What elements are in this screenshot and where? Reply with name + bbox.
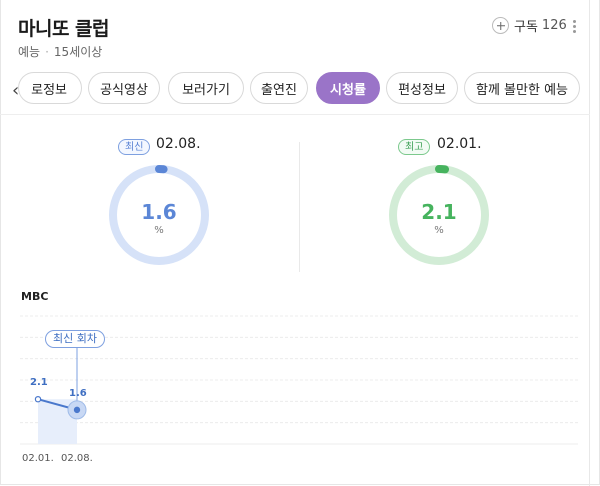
tab-4[interactable]: 출연진 (250, 72, 308, 104)
stats-divider (299, 142, 300, 272)
latest-rating-value: 1.6 (141, 200, 177, 224)
highest-date: 02.01. (437, 136, 482, 152)
tab-bar: 로정보 공식영상 보러가기 출연진 시청률 편성정보 함께 볼만한 예능 ‹ (0, 66, 590, 114)
latest-date: 02.08. (156, 136, 201, 152)
tab-list: 로정보 공식영상 보러가기 출연진 시청률 편성정보 함께 볼만한 예능 (0, 72, 590, 108)
program-meta: 예능 · 15세이상 (18, 43, 102, 60)
highest-rating-value: 2.1 (421, 200, 457, 224)
subscribe-label: 구독 (514, 20, 538, 35)
tab-3[interactable]: 보러가기 (168, 72, 244, 104)
latest-rating-unit: % (154, 225, 164, 236)
ratings-line-chart (20, 315, 578, 445)
tab-divider (0, 114, 590, 115)
more-vertical-icon[interactable] (573, 20, 576, 35)
meta-separator: · (45, 45, 49, 59)
tab-5[interactable]: 시청률 (316, 72, 380, 104)
tab-6[interactable]: 편성정보 (386, 72, 458, 104)
latest-badge: 최신 (118, 139, 151, 155)
x-tick-label: 02.08. (61, 453, 93, 464)
x-tick-label: 02.01. (22, 453, 54, 464)
tab-2[interactable]: 공식영상 (88, 72, 160, 104)
tab-1[interactable]: 로정보 (18, 72, 82, 104)
genre-label: 예능 (18, 45, 41, 59)
highest-rating-unit: % (434, 225, 444, 236)
plus-circle-icon (492, 17, 509, 34)
rating-label: 15세이상 (53, 45, 103, 59)
subscribe-button[interactable]: 구독 126 (492, 16, 567, 35)
highest-badge: 최고 (398, 139, 431, 155)
data-point (34, 395, 42, 403)
latest-episode-tag: 최신 회차 (45, 330, 105, 348)
tab-7[interactable]: 함께 볼만한 예능 (464, 72, 580, 104)
program-title[interactable]: 마니또 클럽 (18, 14, 110, 41)
chevron-left-icon[interactable]: ‹ (12, 80, 19, 101)
data-point (73, 406, 81, 414)
data-label: 1.6 (69, 387, 87, 399)
data-label: 2.1 (30, 377, 48, 389)
subscriber-count: 126 (541, 18, 567, 33)
